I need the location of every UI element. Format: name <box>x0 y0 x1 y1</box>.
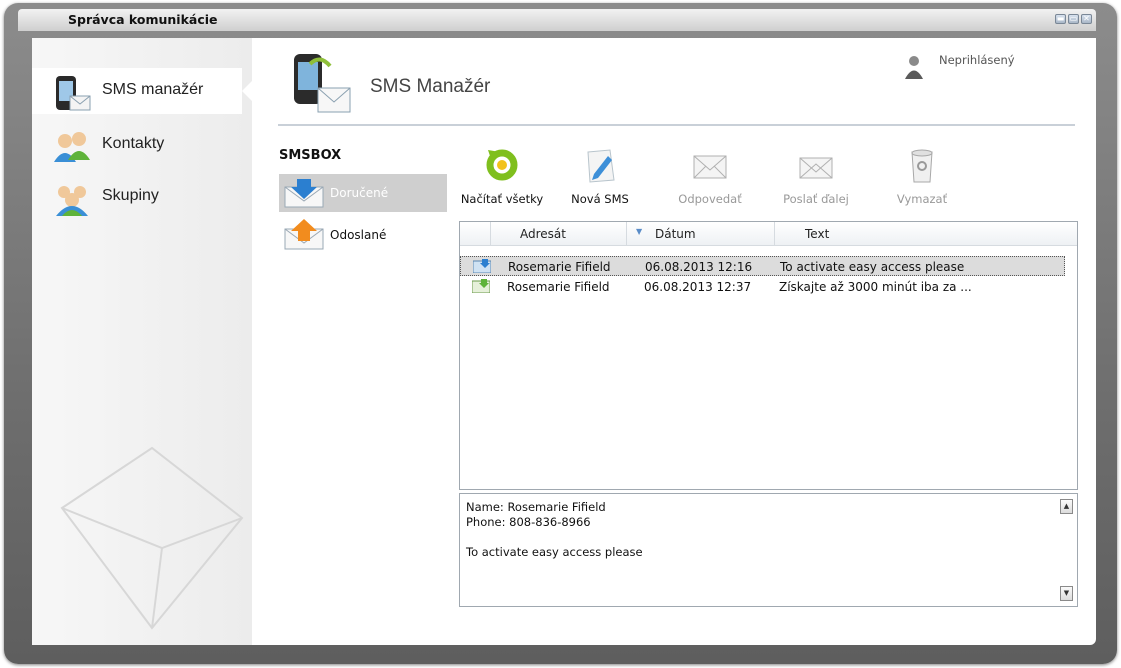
outbox-icon <box>284 219 324 250</box>
delete-button[interactable]: Vymazať <box>876 146 968 206</box>
detail-name: Name: Rosemarie Fifield <box>466 500 606 514</box>
toolbar-label: Odpovedať <box>678 192 742 206</box>
list-header: Adresát ▼ Dátum Text <box>460 222 1077 246</box>
contacts-icon <box>54 132 90 162</box>
message-list[interactable]: Adresát ▼ Dátum Text Rosemarie Fifield 0… <box>459 221 1078 490</box>
main-panel: SMS Manažér Neprihlásený SMSBOX Doručené <box>252 38 1096 645</box>
client-area: SMS manažér Kontakty Skupiny SMS Manažér… <box>32 38 1096 645</box>
inbox-icon <box>284 179 324 208</box>
new-sms-icon <box>587 149 615 183</box>
forward-icon <box>799 157 833 179</box>
cell-date: 06.08.2013 12:37 <box>644 280 752 294</box>
window-frame: Správca komunikácie ▬ ▭ ✕ SMS manažér Ko… <box>4 3 1117 664</box>
detail-phone: Phone: 808-836-8966 <box>466 515 591 529</box>
window-title: Správca komunikácie <box>68 12 218 27</box>
trash-icon <box>911 149 933 183</box>
cell-text: To activate easy access please <box>780 260 965 274</box>
sidebar-item-label: Kontakty <box>102 135 165 152</box>
column-header-date[interactable]: ▼ Dátum <box>626 222 775 245</box>
header-divider <box>278 124 1075 126</box>
received-message-icon <box>472 279 490 293</box>
toolbar-label: Nová SMS <box>571 192 629 206</box>
minimize-button[interactable]: ▬ <box>1055 14 1066 24</box>
envelope-watermark <box>60 446 244 630</box>
column-label: Adresát <box>520 227 566 241</box>
user-icon <box>905 56 923 79</box>
reply-icon <box>693 155 727 179</box>
sms-manager-icon <box>294 54 351 113</box>
folder-label: Odoslané <box>330 228 387 242</box>
toolbar-label: Načítať všetky <box>460 192 544 206</box>
close-button[interactable]: ✕ <box>1081 14 1092 24</box>
column-header-icon <box>460 222 490 245</box>
new-sms-button[interactable]: Nová SMS <box>554 146 646 206</box>
column-label: Text <box>805 227 830 241</box>
toolbar-label: Vymazať <box>896 192 948 206</box>
cell-recipient: Rosemarie Fifield <box>508 260 611 274</box>
message-detail[interactable]: Name: Rosemarie Fifield Phone: 808-836-8… <box>459 493 1078 607</box>
scroll-up-button[interactable]: ▲ <box>1060 499 1073 514</box>
smsbox-title: SMSBOX <box>279 148 342 163</box>
maximize-button[interactable]: ▭ <box>1068 14 1079 24</box>
active-indicator <box>242 81 252 101</box>
phone-icon <box>56 76 91 111</box>
folder-inbox[interactable]: Doručené <box>279 174 447 212</box>
column-header-recipient[interactable]: Adresát <box>490 222 627 245</box>
groups-icon <box>56 186 88 216</box>
table-row[interactable]: Rosemarie Fifield 06.08.2013 12:37 Získa… <box>460 277 1065 297</box>
received-message-icon <box>473 259 491 273</box>
column-header-text[interactable]: Text <box>774 222 1078 245</box>
detail-spacer <box>466 530 643 545</box>
cell-text: Získajte až 3000 minút iba za ... <box>779 280 972 294</box>
forward-button[interactable]: Poslať ďalej <box>770 146 862 206</box>
detail-text: Name: Rosemarie Fifield Phone: 808-836-8… <box>466 500 643 560</box>
column-label: Dátum <box>655 227 696 241</box>
refresh-icon <box>486 149 518 181</box>
sort-descending-icon: ▼ <box>636 227 643 236</box>
load-all-button[interactable]: Načítať všetky <box>456 146 548 206</box>
title-bar[interactable]: Správca komunikácie ▬ ▭ ✕ <box>18 9 1096 31</box>
page-title: SMS Manažér <box>370 76 491 97</box>
cell-date: 06.08.2013 12:16 <box>645 260 753 274</box>
scroll-down-button[interactable]: ▼ <box>1060 586 1073 601</box>
detail-body: To activate easy access please <box>466 545 643 559</box>
sidebar-item-groups[interactable]: Skupiny <box>32 174 242 220</box>
reply-button[interactable]: Odpovedať <box>664 146 756 206</box>
sidebar-item-label: Skupiny <box>102 187 159 204</box>
cell-recipient: Rosemarie Fifield <box>507 280 610 294</box>
table-row[interactable]: Rosemarie Fifield 06.08.2013 12:16 To ac… <box>460 256 1065 276</box>
window-controls: ▬ ▭ ✕ <box>1055 14 1092 24</box>
sidebar-item-sms-manager[interactable]: SMS manažér <box>32 68 252 114</box>
sidebar: SMS manažér Kontakty Skupiny <box>32 38 252 645</box>
sidebar-item-contacts[interactable]: Kontakty <box>32 122 242 168</box>
folder-label: Doručené <box>330 186 389 200</box>
sidebar-item-label: SMS manažér <box>102 81 204 98</box>
user-status[interactable]: Neprihlásený <box>939 53 1015 67</box>
toolbar-label: Poslať ďalej <box>783 192 849 206</box>
folder-sent[interactable]: Odoslané <box>279 216 447 254</box>
